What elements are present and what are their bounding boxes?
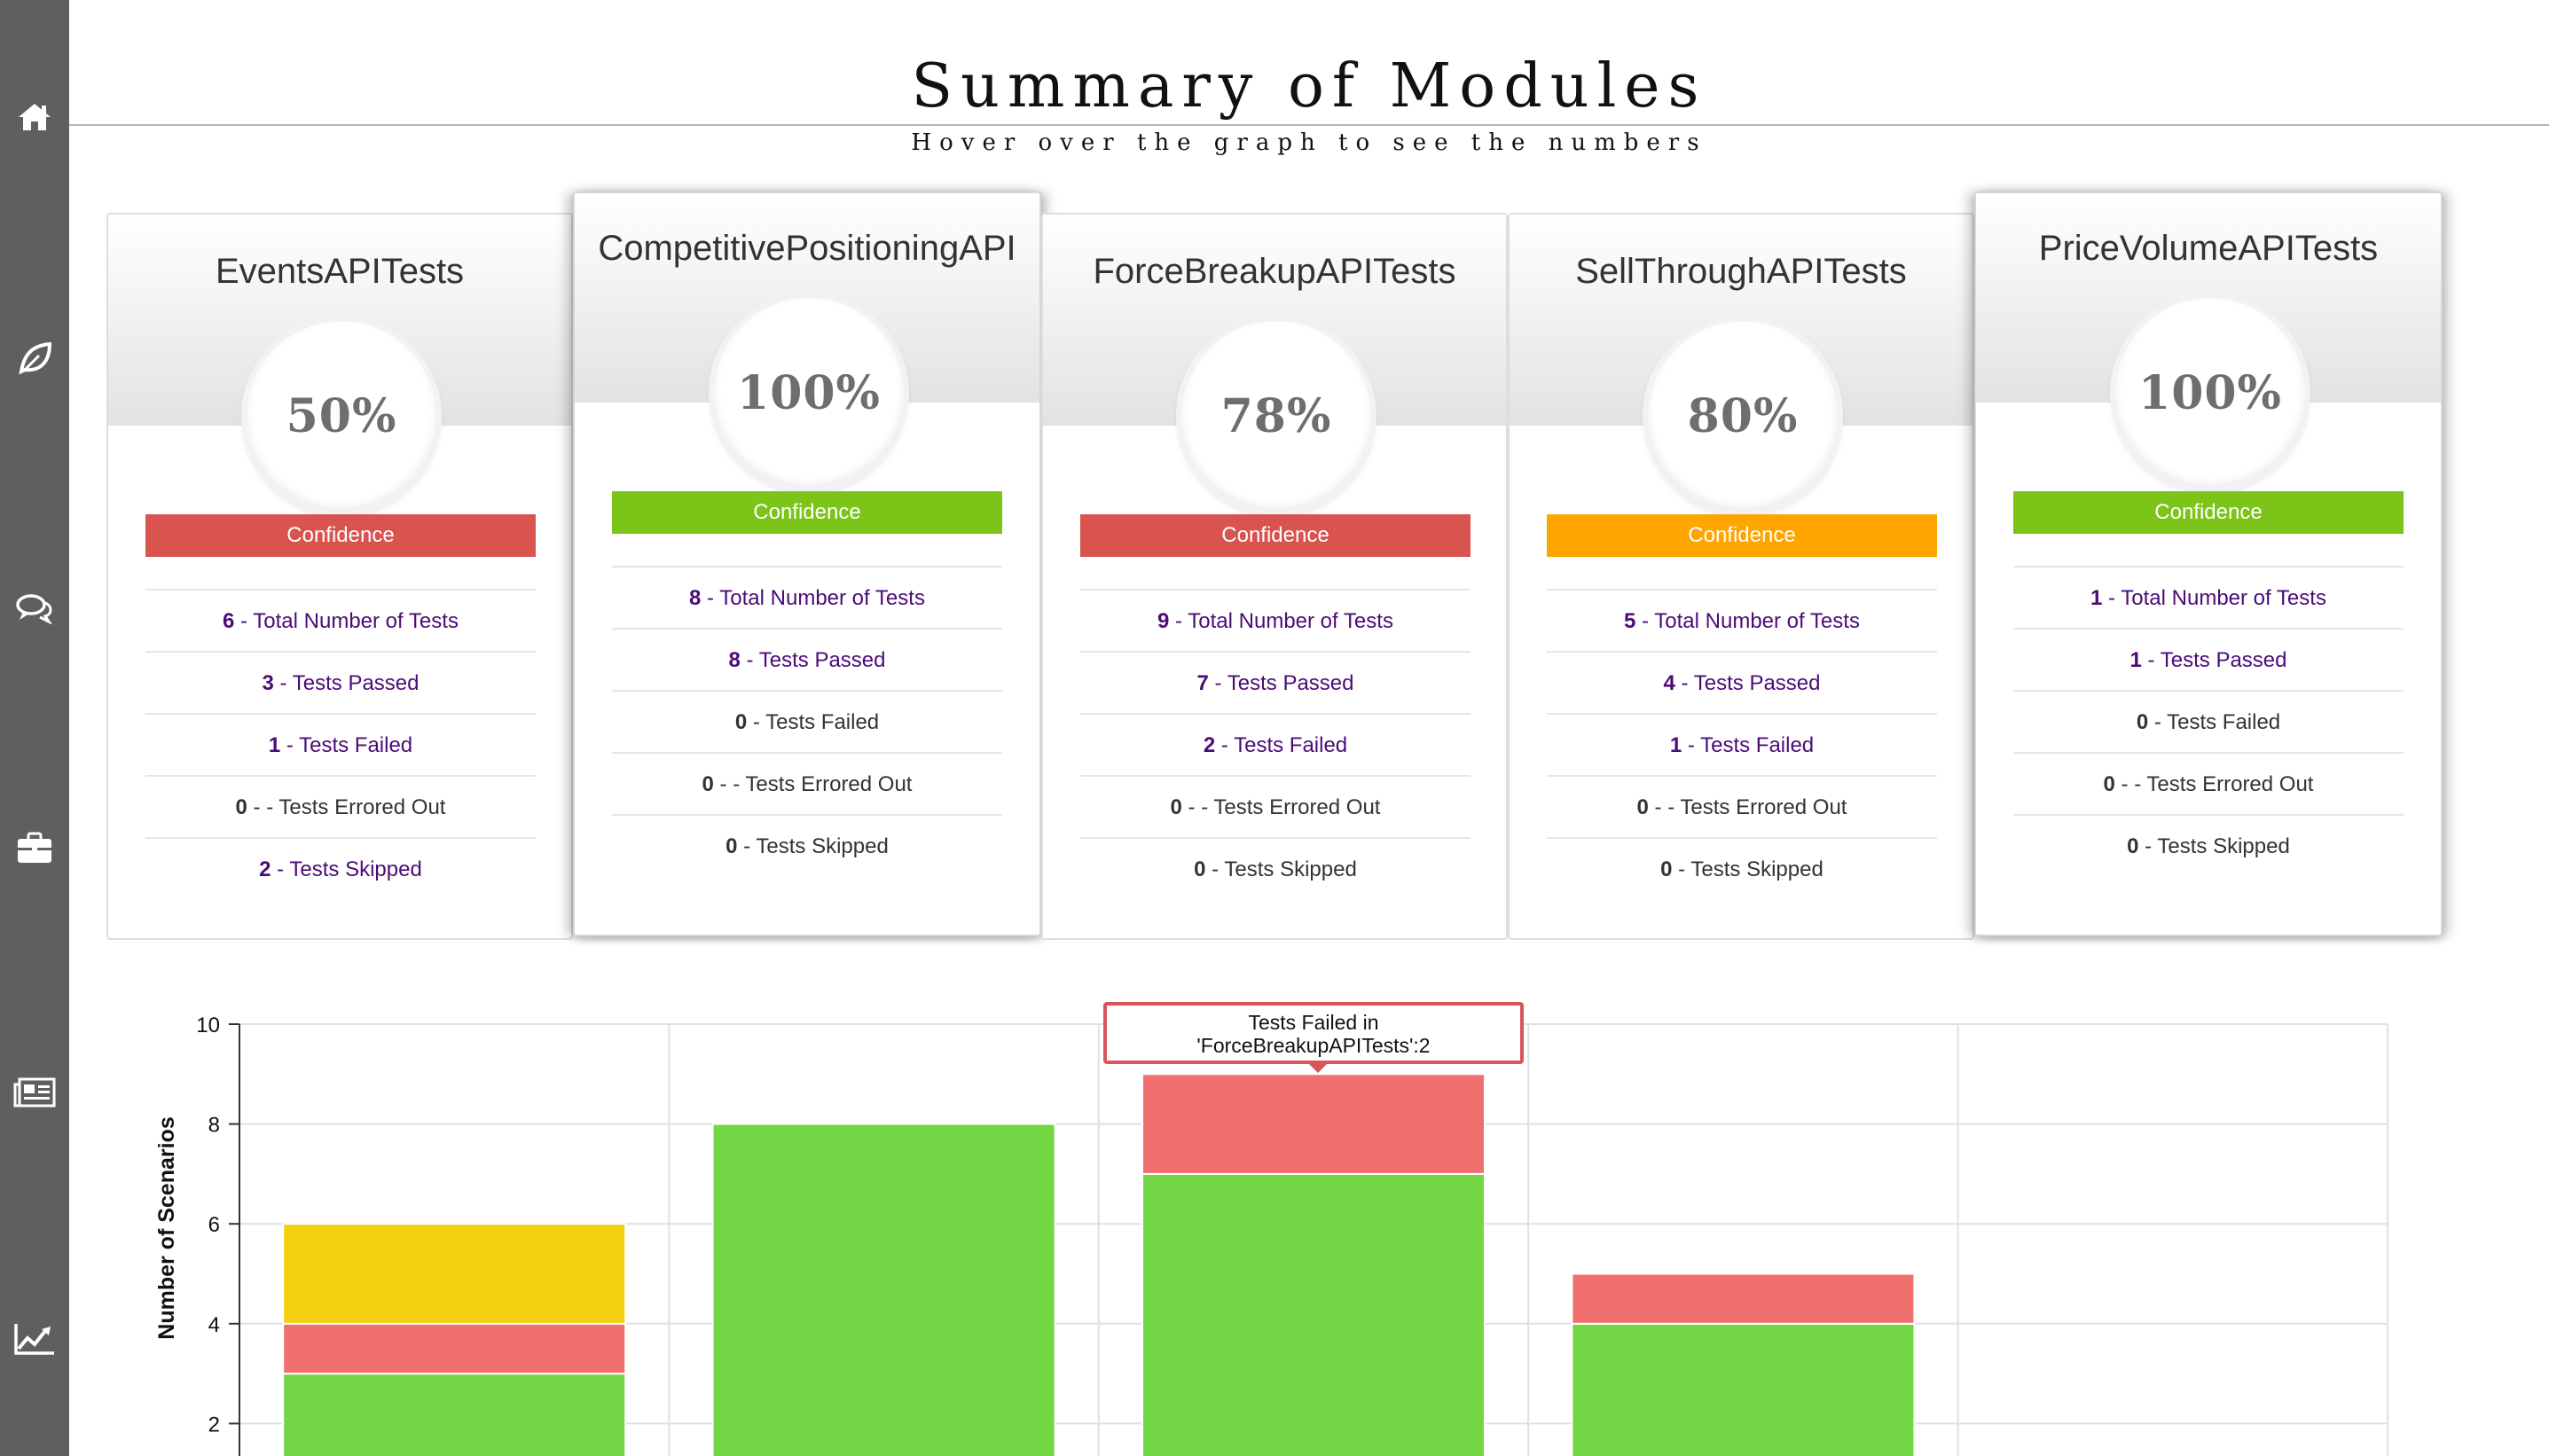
stat-tests-errored: 0 - - Tests Errored Out bbox=[145, 775, 536, 839]
stat-tests-failed: 2 - Tests Failed bbox=[1080, 713, 1471, 777]
stat-tests-passed: 7 - Tests Passed bbox=[1080, 651, 1471, 715]
stat-total-tests: 5 - Total Number of Tests bbox=[1547, 589, 1937, 653]
module-card: EventsAPITests 50% Confidence 6 - Total … bbox=[106, 213, 573, 940]
briefcase-icon[interactable] bbox=[0, 821, 69, 874]
module-card: ForceBreakupAPITests 78% Confidence 9 - … bbox=[1041, 213, 1508, 940]
stat-tests-passed: 4 - Tests Passed bbox=[1547, 651, 1937, 715]
stat-tests-errored: 0 - - Tests Errored Out bbox=[2013, 752, 2404, 816]
stat-tests-passed: 3 - Tests Passed bbox=[145, 651, 536, 715]
stat-total-tests: 1 - Total Number of Tests bbox=[2013, 566, 2404, 630]
confidence-badge: Confidence bbox=[2013, 491, 2404, 534]
header-divider bbox=[69, 124, 2549, 126]
percent-circle: 50% bbox=[247, 321, 436, 511]
y-tick-label: 4 bbox=[208, 1313, 220, 1337]
percent-value: 50% bbox=[286, 388, 397, 443]
confidence-badge: Confidence bbox=[145, 514, 536, 557]
bar-segment-failed[interactable] bbox=[1571, 1272, 1916, 1325]
module-title: EventsAPITests bbox=[215, 252, 465, 291]
page-title: Summary of Modules bbox=[911, 51, 1707, 121]
module-title: ForceBreakupAPITests bbox=[1093, 252, 1456, 291]
percent-value: 80% bbox=[1687, 388, 1799, 443]
bar-segment-failed[interactable] bbox=[1141, 1073, 1486, 1175]
stat-tests-passed: 8 - Tests Passed bbox=[612, 628, 1002, 692]
module-title: CompetitivePositioningAPI bbox=[598, 229, 1016, 268]
stat-tests-skipped: 0 - Tests Skipped bbox=[612, 814, 1002, 878]
percent-circle: 78% bbox=[1181, 321, 1371, 511]
y-tick-label: 6 bbox=[208, 1213, 220, 1237]
stat-tests-errored: 0 - - Tests Errored Out bbox=[1547, 775, 1937, 839]
percent-circle: 100% bbox=[2115, 298, 2305, 488]
chat-icon[interactable] bbox=[0, 582, 69, 635]
confidence-badge: Confidence bbox=[1080, 514, 1471, 557]
y-axis-label: Number of Scenarios bbox=[154, 1116, 179, 1339]
sidebar bbox=[0, 0, 69, 1456]
stat-tests-skipped: 0 - Tests Skipped bbox=[1080, 837, 1471, 901]
y-tick-label: 2 bbox=[208, 1413, 220, 1436]
stat-tests-skipped: 2 - Tests Skipped bbox=[145, 837, 536, 901]
bar-segment-passed[interactable] bbox=[1571, 1322, 1916, 1456]
tooltip-pointer bbox=[1307, 1062, 1329, 1073]
stat-tests-errored: 0 - - Tests Errored Out bbox=[1080, 775, 1471, 839]
stat-tests-skipped: 0 - Tests Skipped bbox=[2013, 814, 2404, 878]
bar-segment-passed[interactable] bbox=[282, 1373, 627, 1456]
page-subtitle: Hover over the graph to see the numbers bbox=[911, 129, 1707, 156]
stat-tests-failed: 1 - Tests Failed bbox=[1547, 713, 1937, 777]
module-card: PriceVolumeAPITests 100% Confidence 1 - … bbox=[1974, 192, 2443, 936]
module-title: SellThroughAPITests bbox=[1575, 252, 1907, 291]
stat-tests-failed: 0 - Tests Failed bbox=[612, 690, 1002, 754]
percent-value: 100% bbox=[2138, 365, 2282, 420]
stat-total-tests: 6 - Total Number of Tests bbox=[145, 589, 536, 653]
tooltip-line-1: Tests Failed in bbox=[1248, 1011, 1379, 1034]
percent-value: 78% bbox=[1220, 388, 1332, 443]
percent-value: 100% bbox=[737, 365, 881, 420]
bar-segment-failed[interactable] bbox=[282, 1322, 627, 1375]
percent-circle: 100% bbox=[714, 298, 904, 488]
stat-total-tests: 8 - Total Number of Tests bbox=[612, 566, 1002, 630]
confidence-badge: Confidence bbox=[612, 491, 1002, 534]
stat-tests-failed: 0 - Tests Failed bbox=[2013, 690, 2404, 754]
confidence-badge: Confidence bbox=[1547, 514, 1937, 557]
y-tick-label: 8 bbox=[208, 1114, 220, 1138]
chart-tooltip: Tests Failed in 'ForceBreakupAPITests':2 bbox=[1103, 1002, 1524, 1064]
home-icon[interactable] bbox=[0, 90, 69, 144]
bar-segment-skipped[interactable] bbox=[282, 1223, 627, 1325]
stat-total-tests: 9 - Total Number of Tests bbox=[1080, 589, 1471, 653]
newspaper-icon[interactable] bbox=[0, 1066, 69, 1119]
module-title: PriceVolumeAPITests bbox=[2038, 229, 2379, 268]
tooltip-line-2: 'ForceBreakupAPITests':2 bbox=[1196, 1034, 1431, 1057]
leaf-icon[interactable] bbox=[0, 332, 69, 385]
percent-circle: 80% bbox=[1648, 321, 1838, 511]
stat-tests-passed: 1 - Tests Passed bbox=[2013, 628, 2404, 692]
bar-segment-passed[interactable] bbox=[1141, 1172, 1486, 1456]
module-card: SellThroughAPITests 80% Confidence 5 - T… bbox=[1508, 213, 1974, 940]
chart-line-icon[interactable] bbox=[0, 1312, 69, 1366]
stat-tests-failed: 1 - Tests Failed bbox=[145, 713, 536, 777]
stat-tests-errored: 0 - - Tests Errored Out bbox=[612, 752, 1002, 816]
y-tick-label: 10 bbox=[196, 1014, 220, 1037]
stat-tests-skipped: 0 - Tests Skipped bbox=[1547, 837, 1937, 901]
module-card: CompetitivePositioningAPI 100% Confidenc… bbox=[573, 192, 1041, 936]
bar-segment-passed[interactable] bbox=[711, 1123, 1056, 1456]
